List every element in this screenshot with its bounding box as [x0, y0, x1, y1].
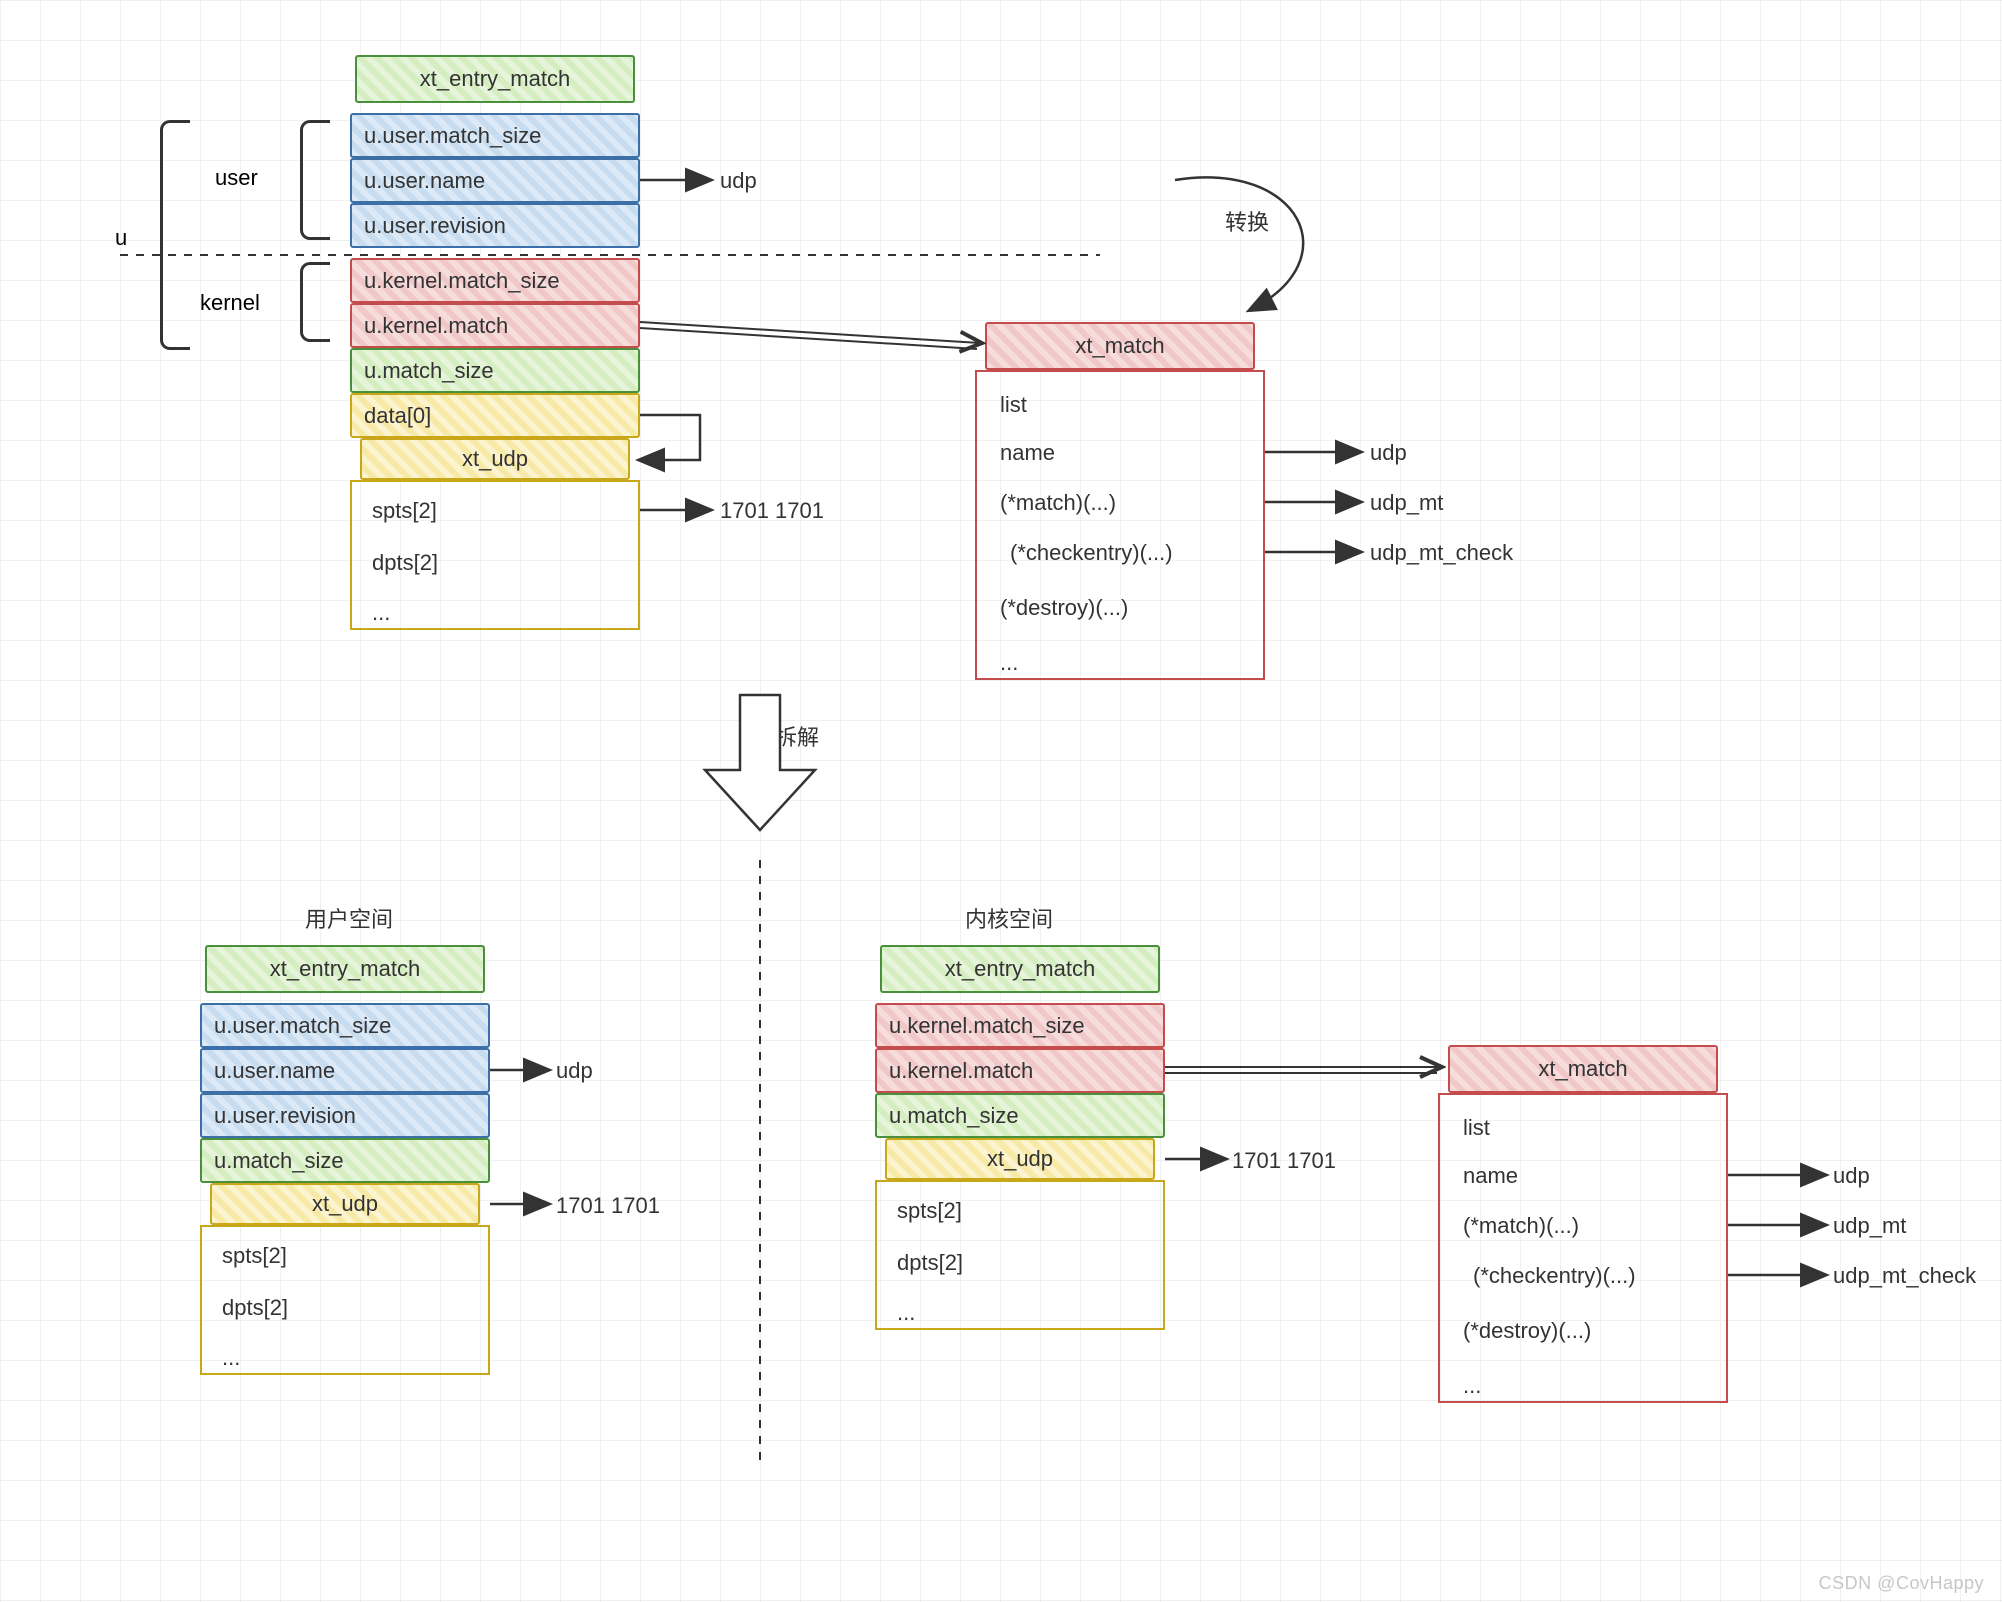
kl-u-kernel-match: u.kernel.match [875, 1048, 1165, 1093]
kl-ports-out: 1701 1701 [1232, 1148, 1336, 1174]
top-xtm-udp: udp [1370, 440, 1407, 466]
top-ellipsis: ... [372, 600, 390, 626]
top-data0: data[0] [350, 393, 640, 438]
top-xt-udp-header: xt_udp [360, 438, 630, 480]
top-xtm-checkentry: (*checkentry)(...) [1010, 540, 1173, 566]
top-udp-label: udp [720, 168, 757, 194]
kl-xt-match-header: xt_match [1448, 1045, 1718, 1093]
top-u-kernel-match: u.kernel.match [350, 303, 640, 348]
kl-u-match-size: u.match_size [875, 1093, 1165, 1138]
ul-udp-out: udp [556, 1058, 593, 1084]
brace-user [300, 120, 330, 240]
top-u-match-size: u.match_size [350, 348, 640, 393]
ul-u-user-revision: u.user.revision [200, 1093, 490, 1138]
ul-u-match-size: u.match_size [200, 1138, 490, 1183]
top-xtm-destroy: (*destroy)(...) [1000, 595, 1128, 621]
kl-xt-udp-header: xt_udp [885, 1138, 1155, 1180]
top-xtm-udp-mt-check: udp_mt_check [1370, 540, 1513, 566]
label-kernel: kernel [200, 290, 260, 316]
kl-xtm-checkentry: (*checkentry)(...) [1473, 1263, 1636, 1289]
kl-xtm-udp: udp [1833, 1163, 1870, 1189]
kl-xtm-destroy: (*destroy)(...) [1463, 1318, 1591, 1344]
top-xt-entry-match-header: xt_entry_match [355, 55, 635, 103]
kl-xtm-ellipsis: ... [1463, 1373, 1481, 1399]
top-xtm-match: (*match)(...) [1000, 490, 1116, 516]
kl-u-kernel-match-size: u.kernel.match_size [875, 1003, 1165, 1048]
ul-dpts2: dpts[2] [222, 1295, 288, 1321]
kl-xtm-list: list [1463, 1115, 1490, 1141]
top-xt-match-header: xt_match [985, 322, 1255, 370]
kl-ellipsis: ... [897, 1300, 915, 1326]
label-userspace: 用户空间 [305, 902, 393, 934]
brace-kernel [300, 262, 330, 342]
top-xtm-list: list [1000, 392, 1027, 418]
kl-xtm-name: name [1463, 1163, 1518, 1189]
ul-u-user-match-size: u.user.match_size [200, 1003, 490, 1048]
top-xtm-name: name [1000, 440, 1055, 466]
top-spts2: spts[2] [372, 498, 437, 524]
ul-xt-udp-header: xt_udp [210, 1183, 480, 1225]
watermark: CSDN @CovHappy [1819, 1573, 1984, 1594]
label-decompose: 拆解 [775, 720, 819, 752]
kl-xtm-match: (*match)(...) [1463, 1213, 1579, 1239]
label-transform: 转换 [1225, 205, 1269, 237]
top-xtm-ellipsis: ... [1000, 650, 1018, 676]
brace-u [160, 120, 190, 350]
top-u-user-revision: u.user.revision [350, 203, 640, 248]
ul-ports-out: 1701 1701 [556, 1193, 660, 1219]
top-dpts2: dpts[2] [372, 550, 438, 576]
label-user: user [215, 165, 258, 191]
label-u: u [115, 225, 127, 251]
label-kernelspace: 内核空间 [965, 902, 1053, 934]
ul-xt-entry-match: xt_entry_match [205, 945, 485, 993]
top-u-kernel-match-size: u.kernel.match_size [350, 258, 640, 303]
top-xtm-udp-mt: udp_mt [1370, 490, 1443, 516]
kl-spts2: spts[2] [897, 1198, 962, 1224]
ul-u-user-name: u.user.name [200, 1048, 490, 1093]
top-u-user-name: u.user.name [350, 158, 640, 203]
ul-ellipsis: ... [222, 1345, 240, 1371]
kl-xtm-udp-mt: udp_mt [1833, 1213, 1906, 1239]
ul-spts2: spts[2] [222, 1243, 287, 1269]
kl-xtm-udp-mt-check: udp_mt_check [1833, 1263, 1976, 1289]
kl-dpts2: dpts[2] [897, 1250, 963, 1276]
top-u-user-match-size: u.user.match_size [350, 113, 640, 158]
kl-xt-entry-match: xt_entry_match [880, 945, 1160, 993]
top-ports-label: 1701 1701 [720, 498, 824, 524]
